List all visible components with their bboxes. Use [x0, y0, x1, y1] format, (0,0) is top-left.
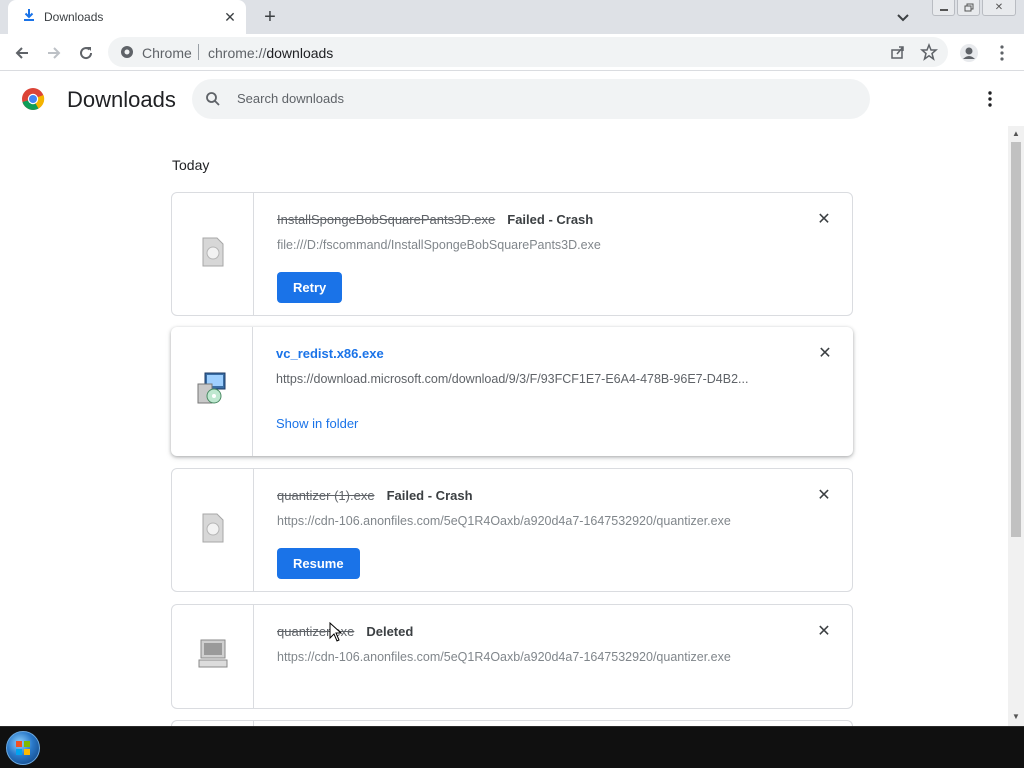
file-icon-column — [172, 605, 254, 708]
scroll-down-icon[interactable]: ▼ — [1012, 712, 1020, 721]
file-url: https://cdn-106.anonfiles.com/5eQ1R4Oaxb… — [277, 514, 731, 528]
file-icon-column — [172, 469, 254, 591]
scrollbar[interactable]: ▲ ▼ — [1008, 126, 1024, 726]
generic-file-icon — [201, 237, 225, 272]
file-name: quantizer.exe — [277, 624, 355, 639]
file-name-line: quantizer.exe Deleted — [277, 624, 413, 639]
generic-file-icon — [201, 513, 225, 548]
omnibox-divider — [198, 44, 199, 60]
tab-title: Downloads — [44, 10, 104, 24]
file-name: quantizer (1).exe — [277, 488, 375, 503]
minimize-button[interactable] — [932, 0, 955, 16]
page-title: Downloads — [67, 87, 176, 112]
file-url: file:///D:/fscommand/InstallSpongeBobSqu… — [277, 238, 601, 252]
download-item: quantizer.exe Deleted https://cdn-106.ano… — [171, 604, 853, 709]
tab-downloads[interactable]: Downloads ✕ — [8, 0, 246, 34]
show-in-folder-link[interactable]: Show in folder — [276, 416, 358, 431]
search-icon — [205, 91, 221, 112]
scroll-up-icon[interactable]: ▲ — [1012, 129, 1020, 138]
date-section-label: Today — [172, 157, 210, 173]
url-path: downloads — [266, 45, 334, 61]
status-text: Failed - Crash — [507, 212, 594, 227]
url-scheme: chrome:// — [208, 45, 267, 61]
menu-kebab-icon[interactable] — [992, 43, 1012, 63]
chrome-logo-icon — [21, 87, 45, 116]
start-button-windows-icon[interactable] — [6, 731, 40, 765]
file-name-line: vc_redist.x86.exe — [276, 346, 384, 361]
url-text: chrome://downloads — [208, 45, 333, 61]
resume-button[interactable]: Resume — [277, 548, 360, 579]
tab-strip: Downloads ✕ + ✕ — [0, 0, 1024, 34]
download-icon — [22, 8, 36, 27]
status-text: Deleted — [366, 624, 414, 639]
search-downloads-input[interactable]: Search downloads — [192, 79, 870, 119]
application-icon — [197, 639, 229, 674]
installer-icon — [195, 372, 229, 411]
download-item: vc_redist.x86.exe https://download.micro… — [171, 327, 853, 456]
forward-arrow-icon[interactable] — [44, 43, 64, 63]
new-tab-button[interactable]: + — [260, 7, 280, 27]
file-icon-column — [172, 193, 254, 315]
remove-close-icon[interactable]: ✕ — [817, 346, 833, 362]
address-bar[interactable]: Chrome chrome://downloads — [108, 37, 948, 67]
browser-toolbar: Chrome chrome://downloads — [0, 34, 1024, 71]
restore-button[interactable] — [957, 0, 980, 16]
bookmark-star-icon[interactable] — [920, 42, 938, 66]
back-arrow-icon[interactable] — [12, 43, 32, 63]
share-icon[interactable] — [890, 44, 906, 65]
window-controls: ✕ — [932, 0, 1016, 18]
downloads-toolbar: Downloads Search downloads — [0, 72, 1008, 126]
file-name: InstallSpongeBobSquarePants3D.exe — [277, 212, 496, 227]
file-icon-column — [171, 327, 253, 456]
profile-avatar-icon[interactable] — [959, 43, 979, 63]
tab-search-chevron-icon[interactable] — [896, 10, 912, 24]
more-actions-icon[interactable] — [988, 91, 992, 112]
remove-close-icon[interactable]: ✕ — [816, 212, 832, 228]
mouse-cursor-icon — [329, 621, 343, 647]
scroll-thumb[interactable] — [1011, 142, 1021, 537]
file-name-link[interactable]: vc_redist.x86.exe — [276, 346, 384, 361]
file-name-line: quantizer (1).exe Failed - Crash — [277, 488, 473, 503]
download-item: InstallSpongeBobSquarePants3D.exe Failed … — [171, 192, 853, 316]
file-url: https://cdn-106.anonfiles.com/5eQ1R4Oaxb… — [277, 650, 731, 664]
taskbar — [0, 726, 1024, 768]
status-text: Failed - Crash — [386, 488, 473, 503]
download-item: quantizer (1).exe Failed - Crash https://… — [171, 468, 853, 592]
close-window-button[interactable]: ✕ — [982, 0, 1016, 16]
reload-icon[interactable] — [76, 43, 96, 63]
retry-button[interactable]: Retry — [277, 272, 343, 303]
file-url: https://download.microsoft.com/download/… — [276, 372, 749, 386]
file-name-line: InstallSpongeBobSquarePants3D.exe Failed … — [277, 212, 593, 227]
chrome-site-icon — [120, 45, 134, 64]
site-label: Chrome — [142, 45, 192, 61]
remove-close-icon[interactable]: ✕ — [816, 488, 832, 504]
remove-close-icon[interactable]: ✕ — [816, 624, 832, 640]
search-placeholder: Search downloads — [237, 91, 344, 106]
tab-close-icon[interactable]: ✕ — [222, 9, 238, 25]
